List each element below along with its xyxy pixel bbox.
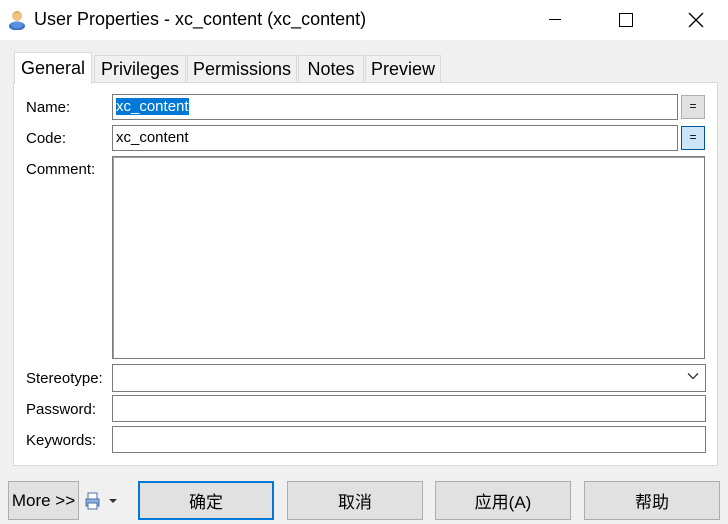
- stereotype-label: Stereotype:: [26, 370, 103, 387]
- comment-label: Comment:: [26, 161, 96, 178]
- keywords-label: Keywords:: [26, 432, 97, 449]
- minimize-button[interactable]: [532, 0, 578, 40]
- help-button[interactable]: 帮助: [584, 481, 720, 520]
- name-value: xc_content: [116, 98, 189, 115]
- maximize-icon: [619, 13, 633, 27]
- close-icon: [688, 12, 704, 28]
- title-bar: User Properties - xc_content (xc_content…: [0, 0, 728, 40]
- more-button[interactable]: More >>: [8, 481, 79, 520]
- chevron-down-icon: [687, 373, 699, 380]
- stereotype-select[interactable]: [112, 364, 706, 392]
- name-sync-button[interactable]: =: [681, 95, 705, 119]
- tab-privileges[interactable]: Privileges: [94, 55, 186, 83]
- apply-button[interactable]: 应用(A): [435, 481, 571, 520]
- dropdown-arrow-icon: [109, 499, 117, 503]
- name-field[interactable]: xc_content: [112, 94, 678, 120]
- tab-notes[interactable]: Notes: [298, 55, 364, 83]
- ok-button[interactable]: 确定: [138, 481, 274, 520]
- code-field[interactable]: xc_content: [112, 125, 678, 151]
- close-button[interactable]: [673, 0, 719, 40]
- window-title: User Properties - xc_content (xc_content…: [34, 9, 367, 29]
- code-label: Code:: [26, 130, 67, 147]
- tab-preview[interactable]: Preview: [365, 55, 441, 83]
- cancel-button[interactable]: 取消: [287, 481, 423, 520]
- maximize-button[interactable]: [603, 0, 649, 40]
- keywords-field[interactable]: [112, 426, 706, 453]
- print-dropdown-button[interactable]: [84, 488, 124, 514]
- print-icon: [85, 492, 100, 510]
- code-sync-button[interactable]: =: [681, 126, 705, 150]
- comment-textarea[interactable]: [112, 156, 705, 359]
- password-field[interactable]: [112, 395, 706, 422]
- minimize-icon: [549, 19, 561, 20]
- tab-general[interactable]: General: [14, 52, 92, 84]
- name-label: Name:: [26, 99, 71, 116]
- password-label: Password:: [26, 401, 97, 418]
- tab-permissions[interactable]: Permissions: [187, 55, 297, 83]
- user-icon: [9, 11, 25, 30]
